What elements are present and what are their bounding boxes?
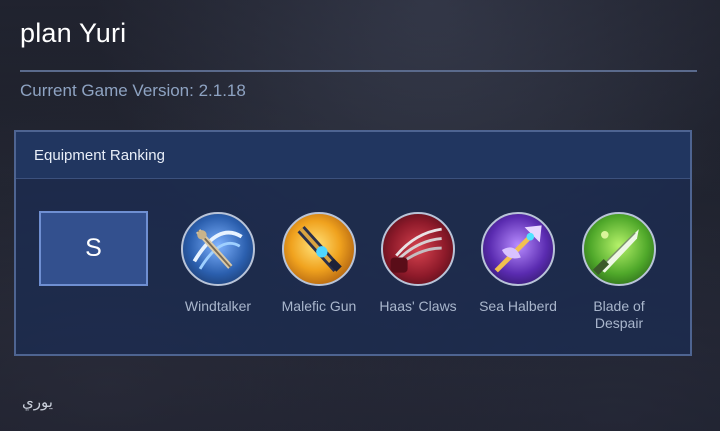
item-label: Blade of Despair [593,298,645,331]
tier-badge: S [39,211,148,286]
item-label: Windtalker [184,298,252,314]
item-label: Sea Halberd [479,298,557,314]
haas-claws-icon [381,212,455,286]
footer-caption: يوري [22,393,53,411]
panel-heading: Equipment Ranking [34,147,165,164]
equipment-item-blade-of-despair[interactable]: Blade of Despair [569,212,669,332]
blade-of-despair-icon [582,212,656,286]
windtalker-icon [181,212,255,286]
equipment-item-sea-halberd[interactable]: Sea Halberd [468,212,568,315]
game-version-label: Current Game Version: 2.1.18 [20,81,246,100]
panel-header: Equipment Ranking [16,132,690,179]
equipment-ranking-panel: Equipment Ranking S Windtalker Malefic G [14,130,692,356]
equipment-item-windtalker[interactable]: Windtalker [168,212,268,315]
item-label: Malefic Gun [281,298,357,314]
title-divider [20,70,697,72]
page-title: plan Yuri [20,18,127,48]
sea-halberd-icon [481,212,555,286]
equipment-item-haas-claws[interactable]: Haas' Claws [368,212,468,315]
malefic-gun-icon [282,212,356,286]
equipment-item-malefic-gun[interactable]: Malefic Gun [269,212,369,315]
item-label: Haas' Claws [379,298,457,314]
